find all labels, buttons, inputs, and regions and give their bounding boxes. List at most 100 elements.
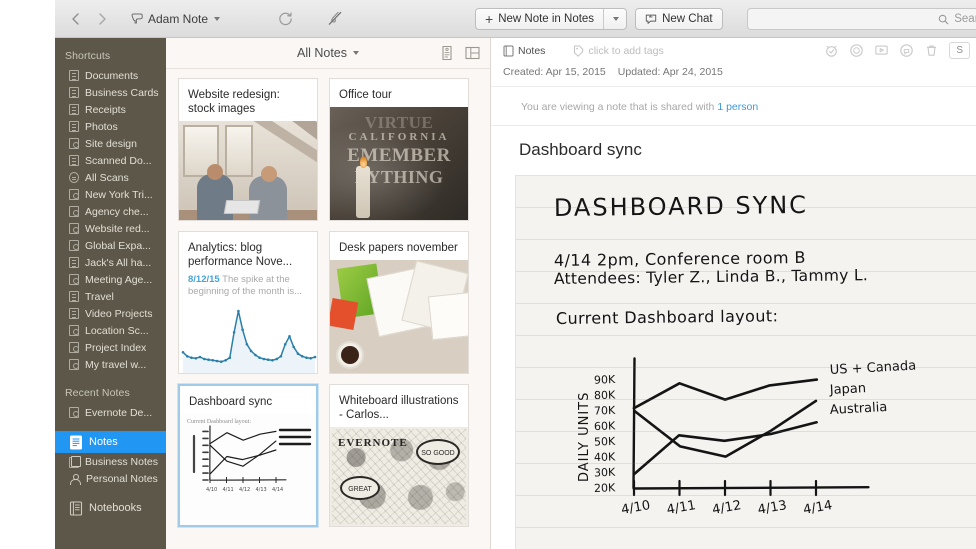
sidebar-item-project-index[interactable]: Project Index (55, 339, 166, 356)
card-view-icon[interactable] (465, 45, 480, 61)
new-note-button[interactable]: + New Note in Notes (475, 8, 628, 30)
forward-button[interactable] (89, 6, 115, 32)
sidebar-item-travel[interactable]: Travel (55, 288, 166, 305)
note-card[interactable]: Website redesign: stock images (178, 78, 318, 221)
sidebar-item-video-projects[interactable]: Video Projects (55, 305, 166, 322)
main-toolbar: Adam Note + New Note in Notes New Chat S… (55, 0, 976, 38)
work-chat-icon[interactable] (899, 43, 915, 59)
note-card[interactable]: Whiteboard illustrations - Carlos... EVE… (329, 384, 469, 527)
note-icon (69, 155, 79, 166)
sidebar-item-scanned-documents[interactable]: Scanned Do... (55, 152, 166, 169)
chalk-line-3: EMEMBER (347, 145, 451, 166)
editor-tags-placeholder: click to add tags (588, 44, 664, 57)
new-note-dropdown[interactable] (604, 9, 626, 29)
person-icon (69, 473, 81, 485)
editor-tags-field[interactable]: click to add tags (573, 44, 664, 57)
search-icon (938, 14, 949, 24)
account-name: Adam Note (148, 11, 209, 26)
note-card-thumbnail: EVERNOTE SO GOOD GREAT (330, 427, 468, 526)
info-icon[interactable] (849, 43, 865, 59)
sidebar-item-label: Personal Notes (86, 472, 158, 485)
svg-text:4/12: 4/12 (239, 487, 250, 493)
search-input[interactable]: Search notes (747, 8, 976, 30)
reminder-icon[interactable] (824, 43, 840, 59)
new-chat-button[interactable]: New Chat (635, 8, 723, 30)
sidebar-item-label: Meeting Age... (85, 273, 153, 286)
sidebar-item-new-york-trip[interactable]: New York Tri... (55, 186, 166, 203)
sidebar-item-receipts[interactable]: Receipts (55, 101, 166, 118)
sidebar-item-site-design[interactable]: Site design (55, 135, 166, 152)
sidebar-item-personal-notes[interactable]: Personal Notes (55, 470, 166, 487)
sidebar-item-label: Evernote De... (85, 406, 153, 419)
sidebar-item-location-scouting[interactable]: Location Sc... (55, 322, 166, 339)
notes-icon (70, 435, 82, 449)
note-card-title: Whiteboard illustrations - Carlos... (339, 395, 459, 421)
note-card[interactable]: Analytics: blog performance Nove... 8/12… (178, 231, 318, 374)
sidebar-item-meeting-agenda[interactable]: Meeting Age... (55, 271, 166, 288)
whiteboard-bubble-2: GREAT (340, 476, 380, 500)
sidebar-item-label: Scanned Do... (85, 154, 152, 167)
editor-notebook-label: Notes (518, 44, 546, 57)
sidebar-item-label: Video Projects (85, 307, 153, 320)
note-title[interactable]: Dashboard sync (491, 126, 976, 172)
sync-button[interactable] (270, 5, 300, 33)
sidebar-item-my-travel-wishlist[interactable]: My travel w... (55, 356, 166, 373)
note-card[interactable]: Office tour VIRTUE CALIFORNIA EMEMBER RY… (329, 78, 469, 221)
sidebar-item-all-scans[interactable]: All Scans (55, 169, 166, 186)
note-icon (69, 87, 79, 98)
toolbar-center-group: + New Note in Notes New Chat (475, 0, 723, 38)
trash-icon[interactable] (924, 43, 940, 59)
sidebar-item-jacks-all-hands[interactable]: Jack's All ha... (55, 254, 166, 271)
note-list-panel: All Notes Website redesign: stock images… (166, 38, 491, 549)
snippet-view-icon[interactable] (440, 45, 455, 61)
note-card-thumbnail (330, 260, 468, 373)
note-icon (69, 257, 79, 268)
sidebar-item-notes[interactable]: Notes (55, 431, 166, 453)
chalk-line-1: VIRTUE (364, 113, 434, 132)
sidebar-item-agency-checklist[interactable]: Agency che... (55, 203, 166, 220)
sidebar-item-website-redesign[interactable]: Website red... (55, 220, 166, 237)
sidebar-item-documents[interactable]: Documents (55, 67, 166, 84)
back-button[interactable] (63, 6, 89, 32)
shared-note-icon (69, 206, 79, 217)
note-list-filter-dropdown[interactable]: All Notes (297, 46, 360, 60)
note-card-thumbnail (179, 303, 317, 373)
shared-note-icon (69, 189, 79, 200)
web-clipper-button[interactable] (320, 5, 350, 33)
sidebar-item-global-expansion[interactable]: Global Expa... (55, 237, 166, 254)
present-icon[interactable] (874, 43, 890, 59)
sidebar-item-business-cards[interactable]: Business Cards (55, 84, 166, 101)
sidebar-item-business-notes[interactable]: Business Notes (55, 453, 166, 470)
sidebar-item-label: Agency che... (85, 205, 149, 218)
work-chat-icon (645, 14, 657, 24)
chevron-down-icon (613, 17, 620, 21)
sidebar-item-evernote-design[interactable]: Evernote De... (55, 404, 166, 421)
shared-note-icon (69, 342, 79, 353)
plus-icon: + (485, 11, 494, 27)
editor-meta-bar: Notes click to add tags S (491, 38, 976, 63)
new-note-main[interactable]: + New Note in Notes (476, 9, 603, 29)
new-chat-main[interactable]: New Chat (636, 9, 722, 29)
editor-notebook-button[interactable]: Notes (503, 45, 545, 57)
notebook-icon (503, 45, 514, 56)
thumb-caption-top: Current Dashboard layout: (187, 419, 251, 425)
share-button[interactable]: S (949, 42, 970, 59)
stack-icon (69, 456, 81, 468)
web-clipper-icon (328, 11, 342, 26)
app-window: Adam Note + New Note in Notes New Chat S… (0, 0, 976, 549)
note-card[interactable]: Desk papers november (329, 231, 469, 374)
created-date: Apr 15, 2015 (545, 66, 606, 78)
note-list-view-toggles (440, 45, 480, 61)
updated-label: Updated: (617, 66, 661, 78)
note-card-selected[interactable]: Dashboard sync Current Dashboard layout:… (178, 384, 318, 527)
note-body-canvas[interactable]: DASHBOARD SYNC4/14 2pm, Conference room … (515, 175, 976, 549)
sidebar-item-notebooks[interactable]: Notebooks (55, 497, 166, 519)
shared-people-link[interactable]: 1 person (717, 101, 758, 113)
sidebar-item-photos[interactable]: Photos (55, 118, 166, 135)
sidebar-item-label: Jack's All ha... (85, 256, 152, 269)
note-card-title: Website redesign: stock images (188, 89, 280, 115)
whiteboard-bubble-1: SO GOOD (416, 439, 460, 465)
circle-note-icon (69, 172, 79, 183)
account-switcher[interactable]: Adam Note (131, 11, 221, 26)
sidebar-item-label: All Scans (85, 171, 129, 184)
